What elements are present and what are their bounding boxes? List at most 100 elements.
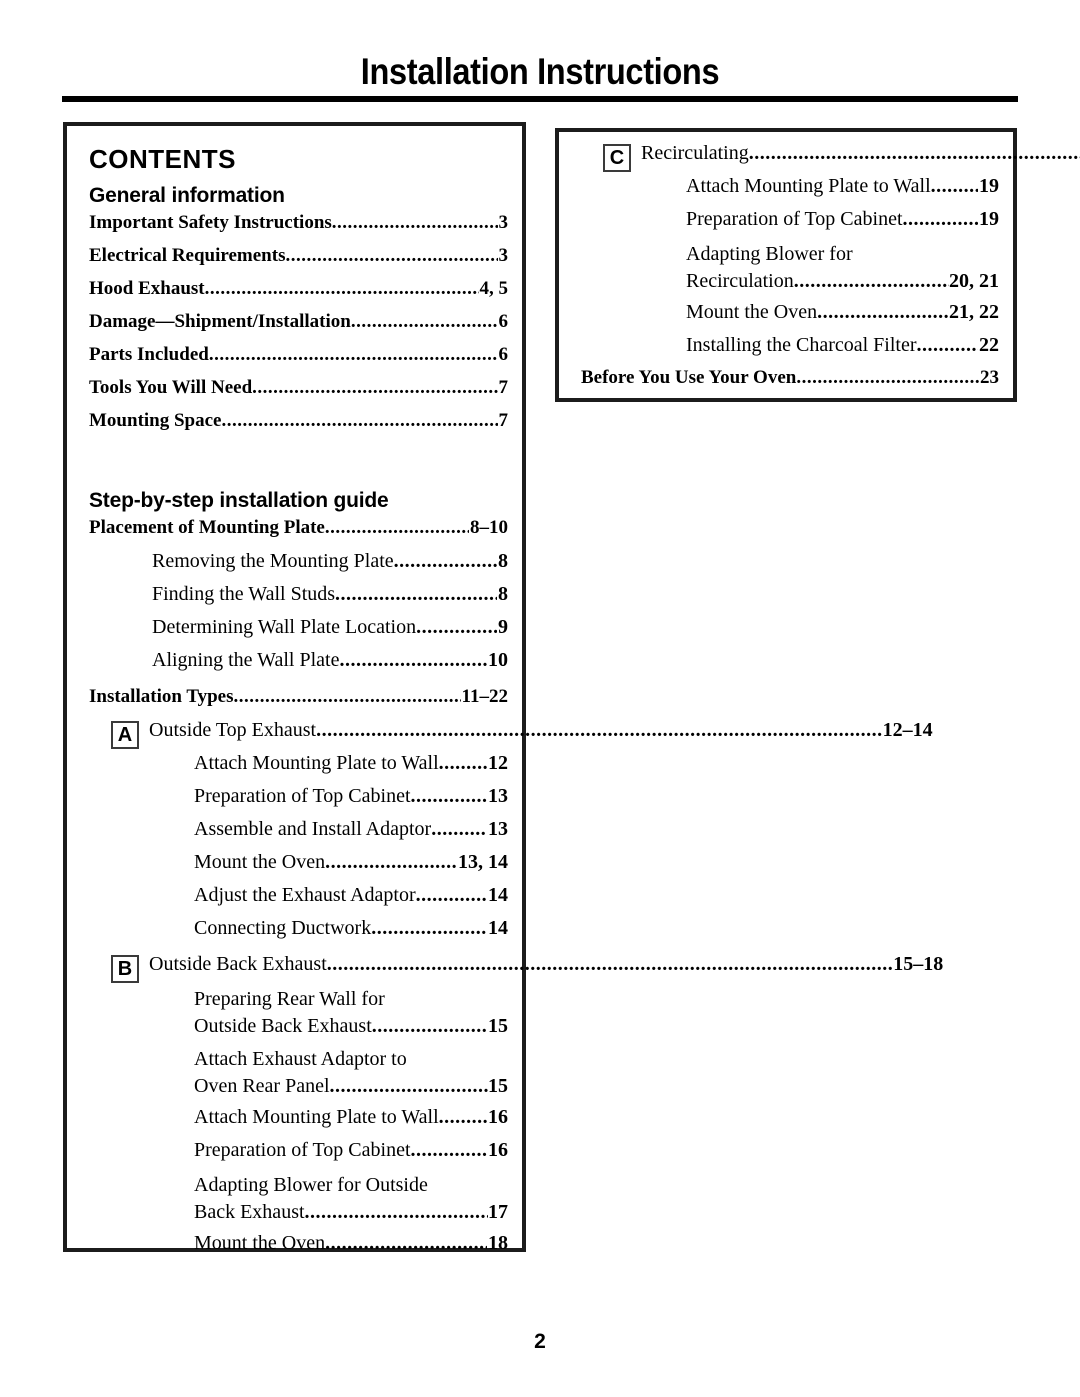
page-title: Installation Instructions [360,51,720,92]
toc-leader: ........................................… [431,819,487,839]
toc-entry[interactable]: Hood Exhaust ...........................… [89,278,508,311]
toc-leader: ........................................… [817,302,948,322]
toc-leader: ........................................… [316,720,883,740]
toc-leader: ........................................… [916,335,979,355]
toc-entry-page: 6 [498,344,509,365]
toc-leader: ........................................… [325,852,457,872]
toc-subentry-label: Finding the Wall Studs [152,583,336,605]
toc-leader: ........................................… [331,213,498,232]
toc-subentry-page: 18 [488,1232,508,1254]
toc-entry[interactable]: Mounting Space .........................… [89,410,508,443]
toc-subentry-line1: Attach Exhaust Adaptor to [194,1048,407,1070]
toc-subentry-label: Outside Back Exhaust [194,1015,372,1037]
toc-lettered-label: Outside Top Exhaust [149,719,317,741]
toc-entry-page: 11–22 [461,686,508,707]
toc-subentry-label: Oven Rear Panel [194,1075,330,1097]
toc-entry[interactable]: Electrical Requirements ................… [89,245,508,278]
toc-subentry-label: Mount the Oven [194,851,326,873]
toc-subentry-label: Aligning the Wall Plate [152,649,340,671]
toc-entry-label: Electrical Requirements [89,245,286,266]
letter-badge-c: C [603,144,631,172]
toc-lettered-section-c[interactable]: C Recirculating ........................… [603,142,1080,175]
toc-leader: ........................................… [208,345,498,364]
toc-entry[interactable]: Damage—Shipment/Installation ...........… [89,311,508,344]
toc-subentry-line1: Adapting Blower for Outside [194,1174,428,1196]
toc-lettered-section-a[interactable]: A Outside Top Exhaust ..................… [111,719,933,752]
toc-entry[interactable]: Placement of Mounting Plate ............… [89,517,508,550]
toc-subentry[interactable]: Mount the Oven .........................… [194,851,508,884]
toc-subentry-label: Determining Wall Plate Location [152,616,417,638]
toc-subentry-label: Preparation of Top Cabinet [686,208,903,230]
toc-subentry[interactable]: Attach Mounting Plate to Wall ..........… [194,1106,508,1139]
toc-subentry[interactable]: Preparation of Top Cabinet .............… [194,1139,508,1172]
toc-subentry-page: 13, 14 [458,851,508,873]
toc-leader: ........................................… [393,551,497,571]
toc-leader: ........................................… [204,279,479,298]
toc-lettered-section-b[interactable]: B Outside Back Exhaust .................… [111,953,943,986]
toc-subentry-page: 20, 21 [949,270,999,292]
toc-entry-label: Parts Included [89,344,209,365]
toc-subentry[interactable]: Determining Wall Plate Location ........… [152,616,508,649]
toc-subentry[interactable]: Adapting Blower for Outside Back Exhaust… [194,1172,508,1226]
toc-subentry-page: 19 [979,175,999,197]
toc-entry-label: Tools You Will Need [89,377,253,398]
toc-leader: ........................................… [221,411,498,430]
toc-lettered-page: 12–14 [882,719,933,741]
toc-leader: ........................................… [438,1107,487,1127]
toc-entry-before-you-use-your-oven[interactable]: Before You Use Your Oven ...............… [581,367,999,400]
contents-heading: CONTENTS [89,144,236,174]
toc-subentry[interactable]: Preparing Rear Wall for Outside Back Exh… [194,986,508,1040]
toc-leader: ........................................… [325,1233,487,1253]
toc-subentry[interactable]: Finding the Wall Studs .................… [152,583,508,616]
toc-subentry[interactable]: Adapting Blower for Recirculation ......… [686,241,999,295]
section-heading-step-by-step-installation-guide: Step-by-step installation guide [89,489,389,512]
toc-entry[interactable]: Important Safety Instructions ..........… [89,212,508,245]
toc-leader: ........................................… [410,786,487,806]
toc-subentry-page: 14 [488,884,508,906]
toc-lettered-page: 15–18 [893,953,944,975]
contents-box-right: C Recirculating ........................… [555,128,1080,402]
toc-entry[interactable]: Installation Types .....................… [89,686,508,719]
toc-entry[interactable]: Parts Included .........................… [89,344,508,377]
toc-subentry-page: 15 [488,1015,508,1037]
toc-subentry-page: 12 [488,752,508,774]
toc-subentry-label: Adjust the Exhaust Adaptor [194,884,416,906]
toc-subentry[interactable]: Connecting Ductwork ....................… [194,917,508,950]
toc-subentry[interactable]: Attach Mounting Plate to Wall ..........… [686,175,999,208]
toc-subentry-label: Recirculation [686,270,794,292]
toc-entry-label: Installation Types [89,686,234,707]
toc-subentry[interactable]: Mount the Oven .........................… [686,301,999,334]
toc-subentry[interactable]: Preparation of Top Cabinet .............… [194,785,508,818]
toc-entry-label: Hood Exhaust [89,278,205,299]
title-rule [62,96,1018,102]
toc-leader: ........................................… [326,954,894,974]
toc-subentry[interactable]: Adjust the Exhaust Adaptor .............… [194,884,508,917]
toc-subentry[interactable]: Removing the Mounting Plate ............… [152,550,508,583]
toc-entry[interactable]: Tools You Will Need ....................… [89,377,508,410]
toc-leader: ........................................… [793,271,949,291]
toc-entry-page: 7 [498,377,509,398]
toc-subentry[interactable]: Attach Mounting Plate to Wall ..........… [194,752,508,785]
letter-badge-b: B [111,955,139,983]
toc-entry-page: 23 [980,367,999,388]
toc-subentry-label: Connecting Ductwork [194,917,372,939]
toc-subentry-page: 15 [488,1075,508,1097]
toc-subentry[interactable]: Installing the Charcoal Filter .........… [686,334,999,367]
toc-subentry-label: Attach Mounting Plate to Wall [194,752,439,774]
toc-subentry[interactable]: Mount the Oven .........................… [194,1232,508,1265]
letter-badge-a: A [111,721,139,749]
toc-subentry[interactable]: Aligning the Wall Plate ................… [152,649,508,682]
toc-subentry-page: 8 [498,550,508,572]
toc-subentry[interactable]: Assemble and Install Adaptor ...........… [194,818,508,851]
toc-lettered-label: Recirculating [641,142,749,164]
toc-subentry[interactable]: Attach Exhaust Adaptor to Oven Rear Pane… [194,1046,508,1100]
toc-entry-page: 7 [498,410,509,431]
toc-subentry-label: Preparation of Top Cabinet [194,785,411,807]
toc-leader: ........................................… [324,518,469,537]
toc-entry-label: Important Safety Instructions [89,212,332,233]
toc-subentry-label: Mount the Oven [686,301,818,323]
toc-subentry[interactable]: Preparation of Top Cabinet .............… [686,208,999,241]
toc-entry-page: 3 [498,212,509,233]
toc-leader: ........................................… [371,1016,488,1036]
toc-entry-page: 6 [498,311,509,332]
